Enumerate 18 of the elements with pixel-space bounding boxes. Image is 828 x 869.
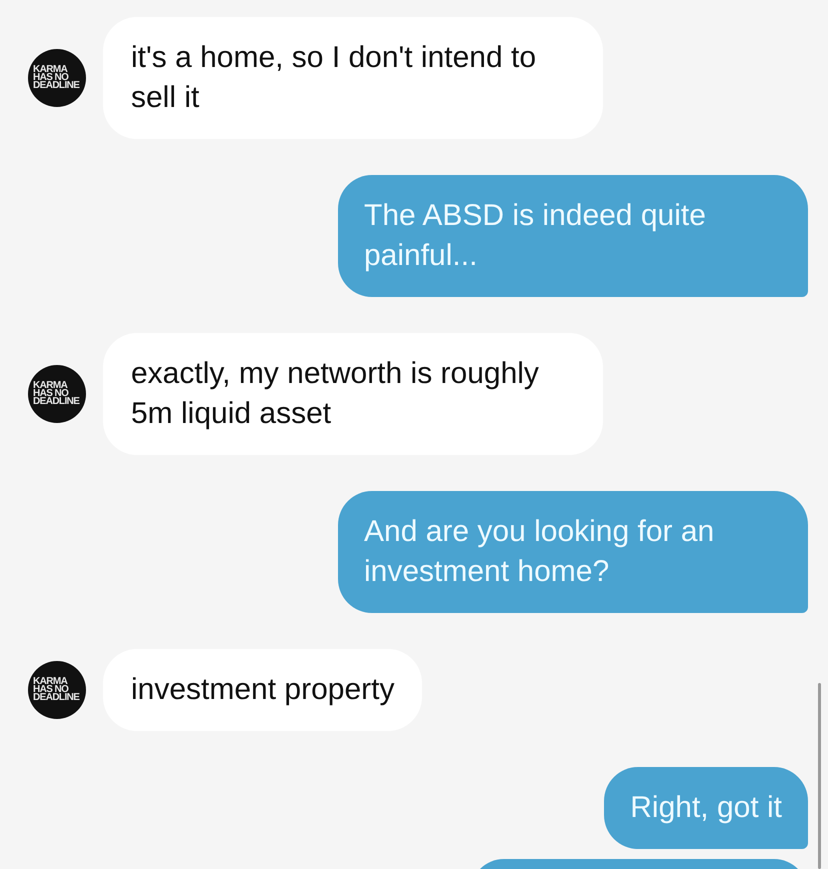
avatar-text: KARMA bbox=[33, 678, 68, 686]
avatar-text: DEADLINE bbox=[33, 398, 80, 406]
avatar-text: DEADLINE bbox=[33, 82, 80, 90]
avatar-text: DEADLINE bbox=[33, 694, 80, 702]
message-bubble: exactly, my networth is roughly 5m liquid asset bbox=[103, 333, 603, 455]
message-bubble: it's a home, so I don't intend to sell it bbox=[103, 17, 603, 139]
message-bubble: Right, got it bbox=[604, 767, 808, 849]
avatar[interactable]: KARMA HAS NO DEADLINE bbox=[28, 49, 86, 107]
message-bubble: The ABSD is indeed quite painful... bbox=[338, 175, 808, 297]
avatar[interactable]: KARMA HAS NO DEADLINE bbox=[28, 365, 86, 423]
avatar-text: KARMA bbox=[33, 382, 68, 390]
avatar-text: KARMA bbox=[33, 66, 68, 74]
avatar[interactable]: KARMA HAS NO DEADLINE bbox=[28, 661, 86, 719]
avatar-text: HAS NO bbox=[33, 390, 68, 398]
avatar-text: HAS NO bbox=[33, 686, 68, 694]
message-bubble: And are you looking for an investment home? bbox=[338, 491, 808, 613]
avatar-text: HAS NO bbox=[33, 74, 68, 82]
message-bubble: investment property bbox=[103, 649, 422, 731]
